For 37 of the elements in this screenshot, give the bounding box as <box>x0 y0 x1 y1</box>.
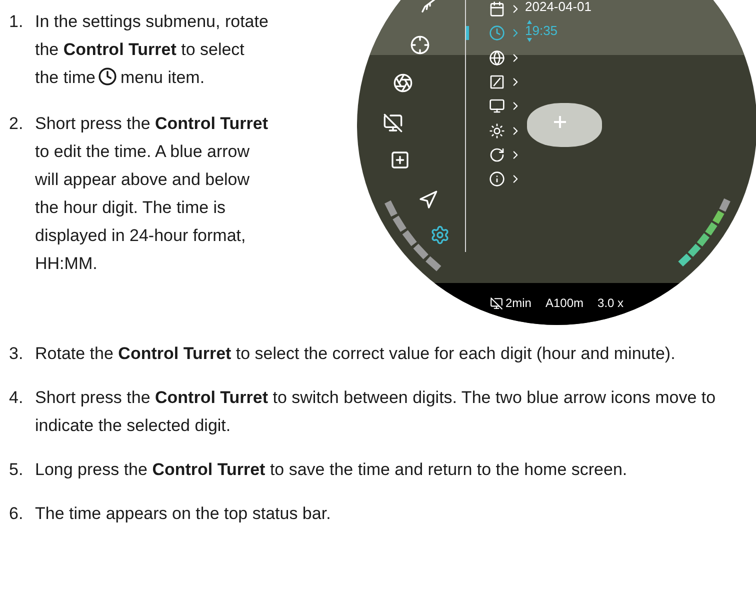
step-text: Long press the Control Turret to save the time and return to the home screen. <box>35 459 628 481</box>
aperture-icon[interactable] <box>393 73 413 93</box>
up-arrow-icon <box>527 20 532 24</box>
step-number: 1. <box>9 11 24 33</box>
step-number: 2. <box>9 113 24 135</box>
display-icon[interactable] <box>489 98 505 114</box>
segment-gauge <box>384 200 442 272</box>
step-number: 3. <box>9 343 24 365</box>
menu-value[interactable]: 2024-04-01 <box>525 0 592 13</box>
step-number: 4. <box>9 387 24 409</box>
globe-icon[interactable] <box>489 50 505 66</box>
timer-text: 2min <box>505 295 532 312</box>
navigation-icon[interactable] <box>418 190 438 210</box>
rotate-icon[interactable] <box>489 146 505 163</box>
step-text: The time appears on the top status bar. <box>35 503 332 525</box>
plus-square-icon[interactable] <box>390 150 410 170</box>
display-off-icon[interactable] <box>383 113 403 133</box>
units-icon[interactable] <box>489 74 505 90</box>
step-number: 5. <box>9 459 24 481</box>
center-cross-icon <box>553 115 567 129</box>
clock-icon[interactable] <box>489 25 505 42</box>
settings-icon[interactable] <box>430 225 450 245</box>
clock-icon <box>98 67 118 86</box>
step-number: 6. <box>9 503 24 525</box>
step-text: Short press the Control Turret to switch between digits. The two blue arrow icons move to indicate the selected digit. <box>35 387 717 437</box>
brightness-icon[interactable] <box>489 122 505 138</box>
zoom-text: 3.0 x <box>598 295 624 312</box>
display-off-icon <box>490 296 504 310</box>
down-arrow-icon <box>527 38 532 42</box>
step-text: Short press the Control Turret to edit the time. A blue arrow will appear above and below the hour digit. The time is displayed in 24-hour format, HH:MM. <box>35 113 269 275</box>
calendar-icon[interactable] <box>489 1 505 17</box>
selection-marker <box>466 26 469 40</box>
step-text: Rotate the Control Turret to select the correct value for each digit (hour and minute). <box>35 343 676 365</box>
range-text: A100m <box>545 295 584 312</box>
crosshair-icon[interactable] <box>410 35 430 55</box>
info-icon[interactable] <box>489 171 505 188</box>
step-text: In the settings submenu, rotate the Control Turret to select the time menu item. <box>35 11 269 89</box>
